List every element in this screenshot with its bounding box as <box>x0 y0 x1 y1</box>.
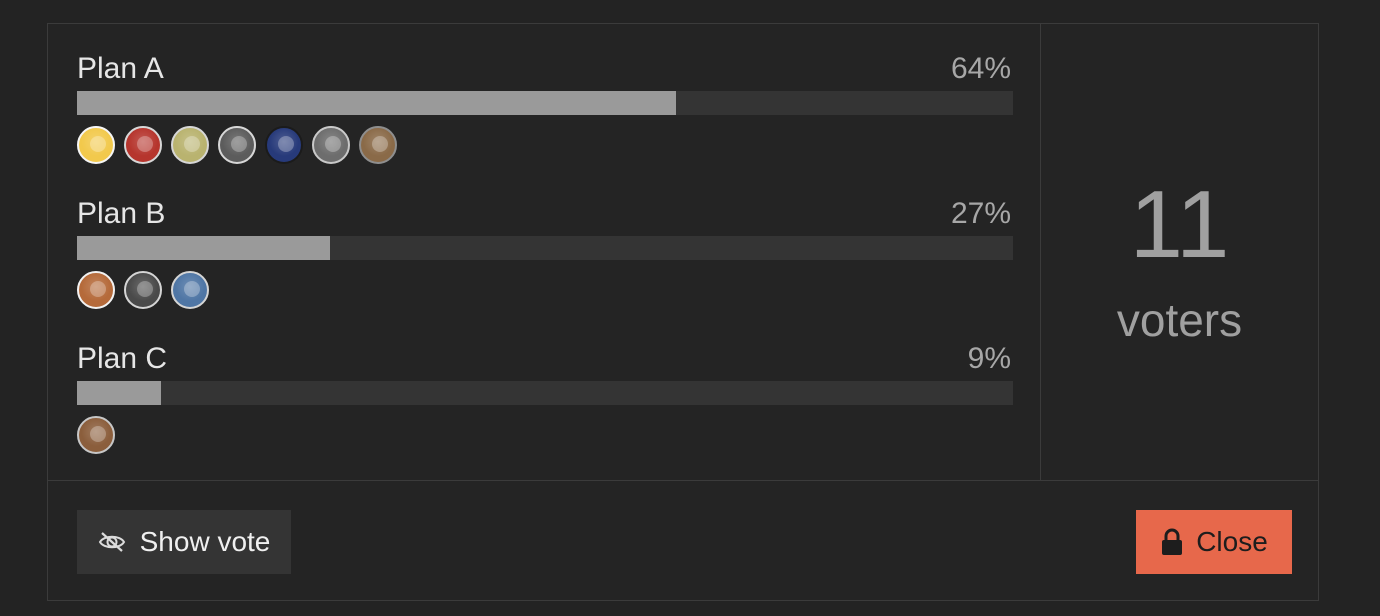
result-bar-fill <box>77 91 677 115</box>
poll-option-header: Plan C 9% <box>77 339 1013 379</box>
total-voters-label: voters <box>1116 294 1243 346</box>
poll-option-plan-c: Plan C 9% <box>77 339 1013 454</box>
poll-footer: Show vote Close <box>48 480 1318 600</box>
avatar-blue-figure-icon[interactable] <box>265 126 303 164</box>
show-vote-button[interactable]: Show vote <box>77 510 291 574</box>
voter-avatars <box>77 416 1013 454</box>
poll-results: Plan A 64% Plan B 27% Plan C 9% <box>48 24 1041 480</box>
result-bar <box>77 236 1013 260</box>
close-poll-button[interactable]: Close <box>1136 510 1292 574</box>
avatar-brown-texture-icon[interactable] <box>77 416 115 454</box>
poll-option-plan-b: Plan B 27% <box>77 194 1013 309</box>
option-name: Plan A <box>77 52 164 85</box>
show-vote-label: Show vote <box>139 526 271 557</box>
avatar-statue-icon[interactable] <box>124 271 162 309</box>
avatar-anime-boy-icon[interactable] <box>359 126 397 164</box>
result-bar-fill <box>77 236 330 260</box>
result-bar <box>77 91 1013 115</box>
result-bar <box>77 381 1013 405</box>
avatar-blue-scene-icon[interactable] <box>171 271 209 309</box>
voter-avatars <box>77 271 1013 309</box>
avatar-red-suit-icon[interactable] <box>124 126 162 164</box>
poll-option-header: Plan B 27% <box>77 194 1013 234</box>
poll-option-plan-a: Plan A 64% <box>77 49 1013 164</box>
option-percentage: 9% <box>967 342 1011 375</box>
option-percentage: 27% <box>950 197 1011 230</box>
voter-avatars <box>77 126 1013 164</box>
poll-widget: Plan A 64% Plan B 27% Plan C 9% 11 voter… <box>47 23 1319 601</box>
close-label: Close <box>1196 526 1268 557</box>
avatar-woman-portrait-icon[interactable] <box>218 126 256 164</box>
lock-icon <box>1160 528 1184 556</box>
poll-option-header: Plan A 64% <box>77 49 1013 89</box>
avatar-dark-silhouette-icon[interactable] <box>312 126 350 164</box>
total-voters-count: 11 <box>1129 171 1230 278</box>
option-percentage: 64% <box>950 52 1011 85</box>
avatar-cartoon-face-icon[interactable] <box>77 271 115 309</box>
result-bar-fill <box>77 381 162 405</box>
eye-off-icon <box>98 530 126 554</box>
avatar-cartoon-man-icon[interactable] <box>77 126 115 164</box>
voter-summary: 11 voters <box>1041 24 1318 480</box>
option-name: Plan B <box>77 197 166 230</box>
avatar-blonde-character-icon[interactable] <box>171 126 209 164</box>
option-name: Plan C <box>77 342 168 375</box>
